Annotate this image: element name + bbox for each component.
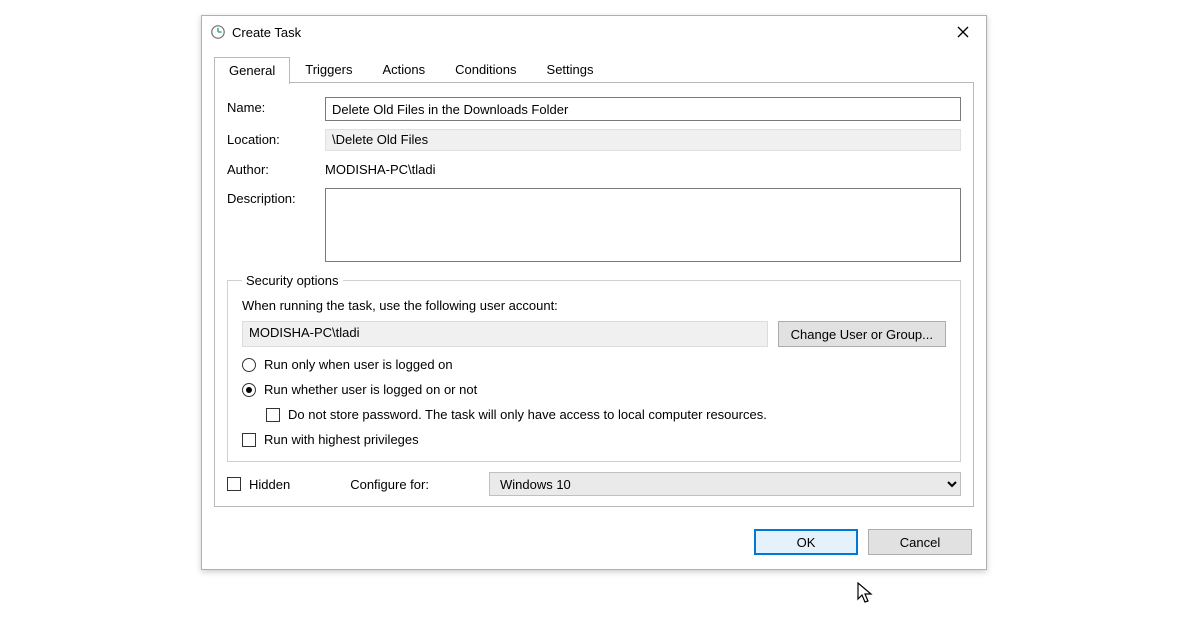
security-legend: Security options (242, 273, 343, 288)
author-value: MODISHA-PC\tladi (325, 159, 961, 180)
close-button[interactable] (940, 16, 986, 48)
checkbox-icon (266, 408, 280, 422)
tabs: General Triggers Actions Conditions Sett… (214, 56, 974, 83)
dialog-footer: OK Cancel (202, 519, 986, 569)
description-input[interactable] (325, 188, 961, 262)
name-input[interactable] (325, 97, 961, 121)
titlebar-title: Create Task (232, 25, 301, 40)
tab-conditions[interactable]: Conditions (440, 56, 531, 83)
ok-button[interactable]: OK (754, 529, 858, 555)
checkbox-highest-privileges-label: Run with highest privileges (264, 432, 419, 447)
cursor-icon (857, 582, 875, 604)
close-icon (957, 26, 969, 38)
tab-general[interactable]: General (214, 57, 290, 84)
configure-for-select[interactable]: Windows 10 (489, 472, 961, 496)
create-task-dialog: Create Task General Triggers Actions Con… (201, 15, 987, 570)
radio-icon (242, 358, 256, 372)
location-label: Location: (227, 129, 325, 147)
radio-run-whether[interactable]: Run whether user is logged on or not (242, 382, 946, 397)
checkbox-icon (242, 433, 256, 447)
tab-settings[interactable]: Settings (532, 56, 609, 83)
checkbox-icon (227, 477, 241, 491)
configure-for-label: Configure for: (350, 477, 429, 492)
cancel-button[interactable]: Cancel (868, 529, 972, 555)
radio-run-logged-on[interactable]: Run only when user is logged on (242, 357, 946, 372)
tab-body-general: Name: Location: \Delete Old Files Author… (214, 83, 974, 507)
location-value: \Delete Old Files (325, 129, 961, 151)
radio-icon (242, 383, 256, 397)
change-user-button[interactable]: Change User or Group... (778, 321, 946, 347)
checkbox-do-not-store-label: Do not store password. The task will onl… (288, 407, 767, 422)
radio-run-whether-label: Run whether user is logged on or not (264, 382, 477, 397)
checkbox-highest-privileges[interactable]: Run with highest privileges (242, 432, 946, 447)
clock-icon (210, 24, 226, 40)
tab-actions[interactable]: Actions (367, 56, 440, 83)
author-label: Author: (227, 159, 325, 177)
checkbox-hidden-label: Hidden (249, 477, 290, 492)
security-options-group: Security options When running the task, … (227, 273, 961, 462)
checkbox-do-not-store[interactable]: Do not store password. The task will onl… (266, 407, 946, 422)
tab-triggers[interactable]: Triggers (290, 56, 367, 83)
radio-run-logged-on-label: Run only when user is logged on (264, 357, 453, 372)
name-label: Name: (227, 97, 325, 115)
user-account-value: MODISHA-PC\tladi (242, 321, 768, 347)
security-prompt: When running the task, use the following… (242, 298, 946, 313)
checkbox-hidden[interactable]: Hidden (227, 477, 290, 492)
titlebar: Create Task (202, 16, 986, 48)
description-label: Description: (227, 188, 325, 206)
